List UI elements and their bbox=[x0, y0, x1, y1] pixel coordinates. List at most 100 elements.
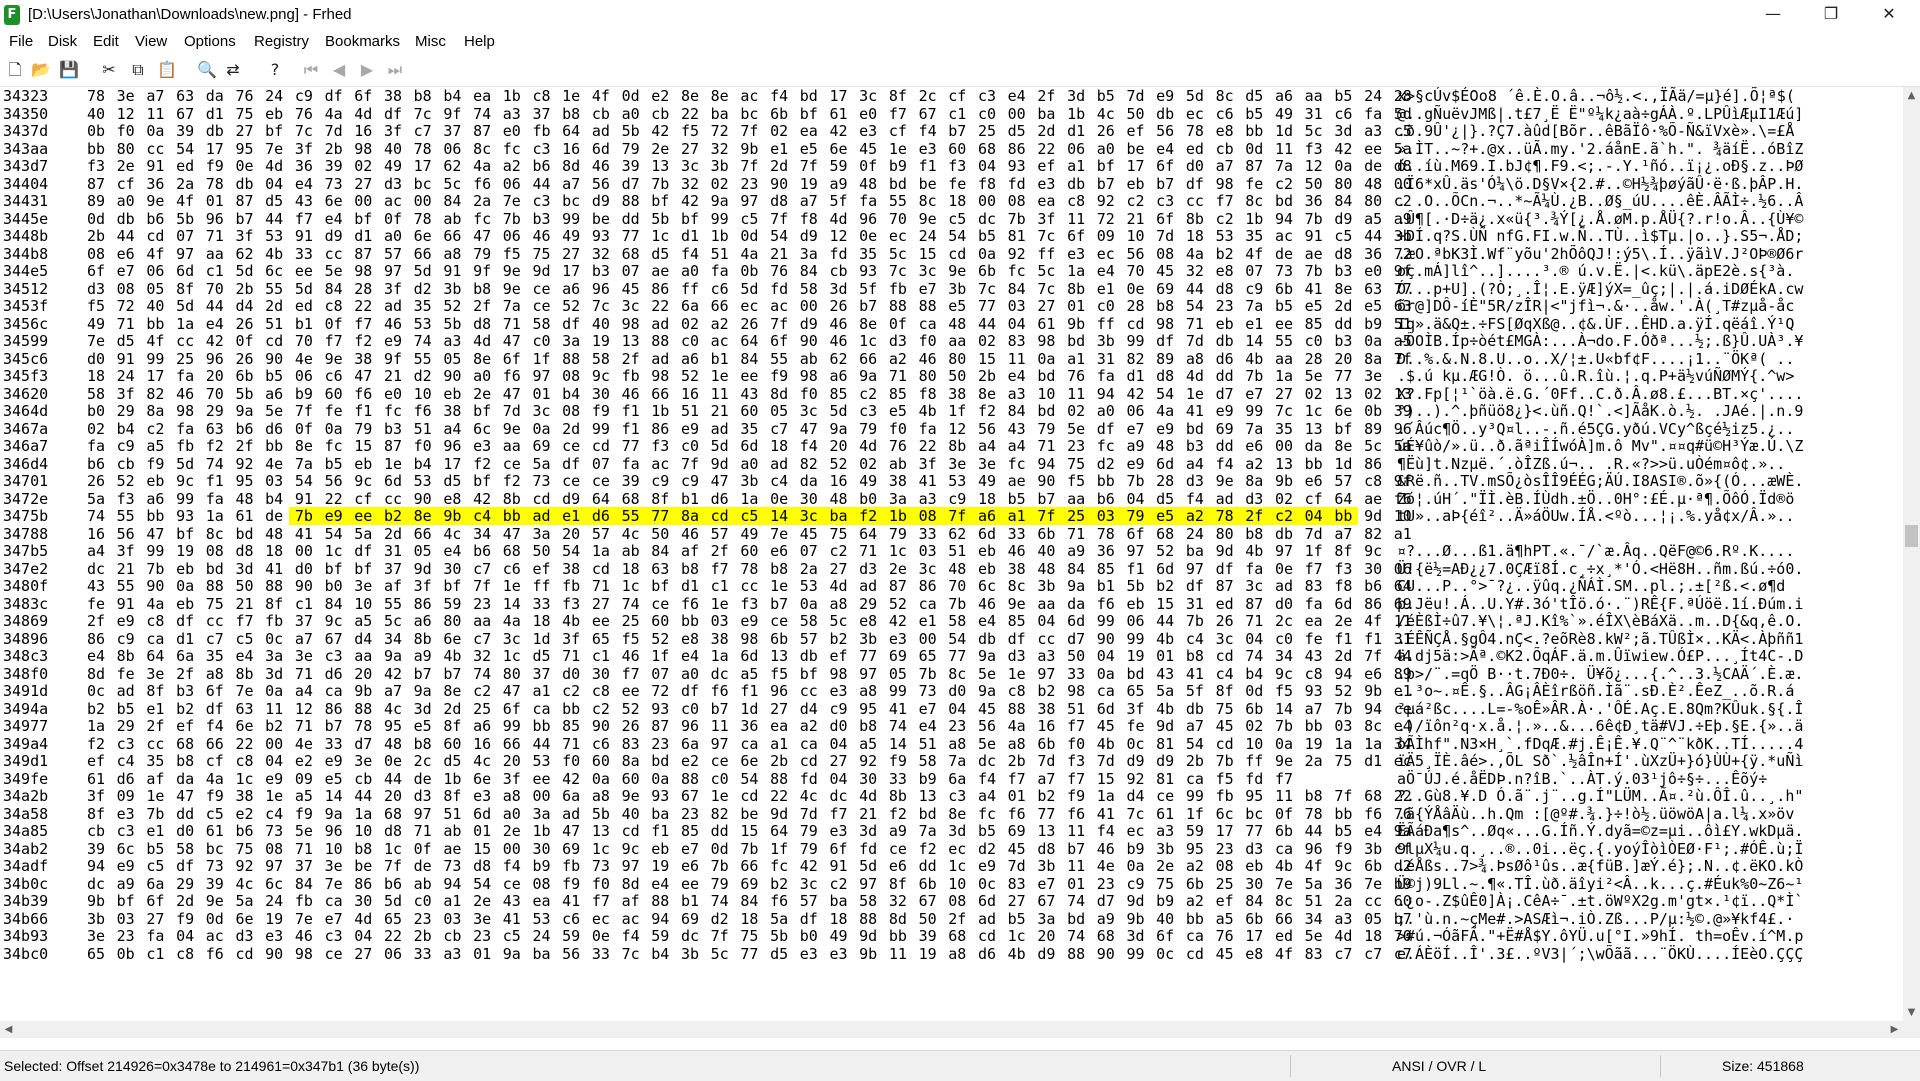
hex-byte[interactable]: 3e bbox=[1358, 367, 1388, 385]
hex-byte[interactable]: 8e bbox=[942, 805, 972, 823]
hex-byte[interactable]: 83 bbox=[1299, 945, 1329, 963]
hex-byte[interactable]: ab bbox=[437, 822, 467, 840]
hex-byte[interactable]: eb bbox=[259, 105, 289, 123]
hex-byte[interactable]: b8 bbox=[467, 280, 497, 298]
hex-byte[interactable]: 20 bbox=[824, 437, 854, 455]
hex-byte[interactable]: aa bbox=[467, 612, 497, 630]
hex-byte[interactable]: 99 bbox=[497, 717, 527, 735]
hex-byte[interactable]: 96 bbox=[437, 437, 467, 455]
hex-byte[interactable]: 7c bbox=[408, 105, 438, 123]
hex-byte[interactable]: 97 bbox=[378, 262, 408, 280]
hex-byte[interactable]: d6 bbox=[259, 420, 289, 438]
hex-byte[interactable]: 2d bbox=[764, 157, 794, 175]
hex-byte[interactable]: 16 bbox=[675, 385, 705, 403]
hex-byte[interactable]: 7f bbox=[467, 577, 497, 595]
hex-byte[interactable]: 02 bbox=[764, 122, 794, 140]
hex-byte[interactable]: 32 bbox=[675, 175, 705, 193]
hex-byte[interactable]: 6a bbox=[675, 735, 705, 753]
hex-byte[interactable]: ad bbox=[972, 910, 1002, 928]
hex-byte[interactable]: 54 bbox=[556, 542, 586, 560]
hex-byte[interactable]: c4 bbox=[1210, 665, 1240, 683]
hex-byte[interactable]: 18 bbox=[527, 612, 557, 630]
hex-byte[interactable]: bb bbox=[1239, 122, 1269, 140]
hex-byte[interactable]: e4 bbox=[1091, 262, 1121, 280]
hex-byte[interactable]: fd bbox=[824, 245, 854, 263]
hex-byte[interactable]: 1a bbox=[1091, 787, 1121, 805]
hex-byte[interactable]: a7 bbox=[140, 87, 170, 105]
hex-byte[interactable]: 9b bbox=[1121, 910, 1151, 928]
hex-byte[interactable]: 6c bbox=[467, 420, 497, 438]
hex-byte[interactable]: 3e bbox=[972, 455, 1002, 473]
hex-byte[interactable]: cb bbox=[645, 105, 675, 123]
hex-byte[interactable]: 56 bbox=[1150, 122, 1180, 140]
hex-byte[interactable]: 24 bbox=[913, 227, 943, 245]
hex-byte[interactable]: 99 bbox=[1180, 787, 1210, 805]
hex-byte[interactable]: bb bbox=[1180, 910, 1210, 928]
hex-byte[interactable]: b5 bbox=[140, 840, 170, 858]
hex-byte[interactable]: 6a bbox=[942, 770, 972, 788]
ascii-column[interactable]: ËÃáÐa¶s^..Øq«...G.Íñ.Ý.dyã=©z=µi..ôì£Y.w… bbox=[1397, 822, 1897, 840]
hex-byte[interactable]: f6 bbox=[1061, 805, 1091, 823]
hex-byte[interactable]: 6f bbox=[140, 892, 170, 910]
hex-byte[interactable]: cb bbox=[586, 105, 616, 123]
hex-byte[interactable]: 3c bbox=[497, 630, 527, 648]
hex-byte[interactable]: af bbox=[675, 542, 705, 560]
hex-byte[interactable]: 8f bbox=[81, 805, 111, 823]
hex-byte[interactable]: c8 bbox=[319, 297, 349, 315]
hex-byte[interactable]: 7e bbox=[1269, 875, 1299, 893]
hex-byte[interactable]: 69 bbox=[556, 840, 586, 858]
hex-byte[interactable]: ce bbox=[527, 297, 557, 315]
hex-byte[interactable]: 27 bbox=[348, 945, 378, 963]
hex-byte[interactable]: 5b bbox=[1121, 577, 1151, 595]
hex-byte[interactable]: ce bbox=[556, 472, 586, 490]
hex-byte[interactable]: ec bbox=[734, 297, 764, 315]
hex-byte[interactable]: 23 bbox=[734, 175, 764, 193]
hex-byte[interactable]: 4b bbox=[1091, 735, 1121, 753]
hex-byte[interactable]: 50 bbox=[1299, 175, 1329, 193]
hex-byte[interactable]: 0b bbox=[1358, 402, 1388, 420]
hex-byte[interactable]: 5c bbox=[883, 245, 913, 263]
hex-byte[interactable]: d8 bbox=[1328, 245, 1358, 263]
hex-byte[interactable]: 02 bbox=[348, 157, 378, 175]
hex-byte[interactable]: 54 bbox=[1180, 297, 1210, 315]
hex-byte[interactable]: 4b bbox=[1239, 350, 1269, 368]
hex-byte[interactable]: a4 bbox=[81, 542, 111, 560]
hex-byte[interactable]: 5f bbox=[853, 280, 883, 298]
hex-byte[interactable]: 98 bbox=[645, 367, 675, 385]
hex-byte[interactable]: 00 bbox=[794, 297, 824, 315]
hex-byte[interactable]: 13 bbox=[1269, 455, 1299, 473]
hex-byte[interactable]: 04 bbox=[170, 927, 200, 945]
hex-byte[interactable]: df bbox=[1091, 420, 1121, 438]
hex-byte[interactable]: 6c bbox=[259, 875, 289, 893]
hex-byte[interactable]: 71 bbox=[1031, 437, 1061, 455]
hex-byte[interactable]: a3 bbox=[1358, 122, 1388, 140]
hex-byte[interactable]: 94 bbox=[1269, 210, 1299, 228]
hex-byte[interactable]: f9 bbox=[556, 875, 586, 893]
hex-byte[interactable]: cb bbox=[348, 770, 378, 788]
hex-byte[interactable]: 72 bbox=[1091, 210, 1121, 228]
horizontal-scrollbar[interactable]: ◀ ▶ bbox=[0, 1021, 1920, 1038]
hex-byte[interactable]: 14 bbox=[497, 595, 527, 613]
hex-byte[interactable]: 04 bbox=[1121, 490, 1151, 508]
hex-byte[interactable]: ac bbox=[378, 192, 408, 210]
hex-byte[interactable]: 2c bbox=[1269, 612, 1299, 630]
hex-byte[interactable]: 85 bbox=[824, 385, 854, 403]
hex-byte[interactable]: 71 bbox=[289, 665, 319, 683]
hex-byte[interactable]: c7 bbox=[1328, 945, 1358, 963]
hex-byte[interactable]: 54 bbox=[467, 875, 497, 893]
hex-byte[interactable]: 90 bbox=[586, 717, 616, 735]
hex-byte[interactable]: 0c bbox=[1150, 945, 1180, 963]
hex-byte[interactable]: b7 bbox=[942, 122, 972, 140]
hex-byte[interactable]: 90 bbox=[140, 577, 170, 595]
hex-byte[interactable]: 82 bbox=[705, 805, 735, 823]
hex-byte[interactable]: 48 bbox=[1031, 560, 1061, 578]
ascii-column[interactable]: °)..).^.þñüö8¿}<.ùñ.Q!`.<]ÃåK.ò.½. .JAé.… bbox=[1397, 402, 1897, 420]
hex-byte[interactable]: d7 bbox=[348, 735, 378, 753]
hex-byte[interactable]: ba bbox=[645, 805, 675, 823]
hex-byte[interactable]: 8d bbox=[764, 385, 794, 403]
hex-byte[interactable]: 1c bbox=[1299, 402, 1329, 420]
hex-byte[interactable]: bd bbox=[645, 752, 675, 770]
hex-byte[interactable]: 4e bbox=[289, 735, 319, 753]
hex-byte[interactable]: 0f bbox=[883, 315, 913, 333]
hex-byte[interactable]: ce bbox=[645, 595, 675, 613]
